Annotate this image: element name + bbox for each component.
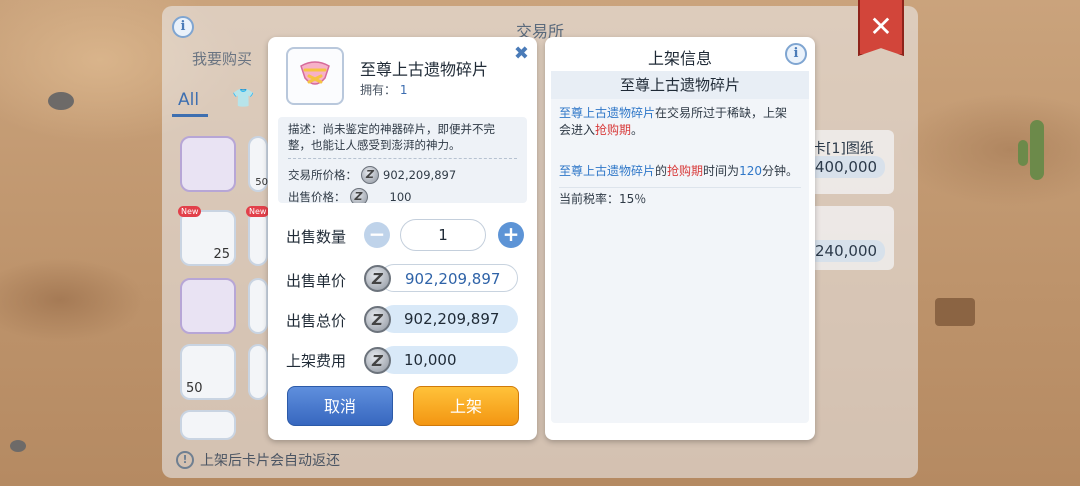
- sell-dialog: 至尊上古遗物碎片 拥有： 1 ✖ 描述：尚未鉴定的神器碎片，即便并不完整，也能让…: [268, 37, 537, 440]
- item-slot[interactable]: [248, 344, 268, 400]
- exchange-price-row: 交易所价格： Z 902,209,897: [288, 166, 456, 184]
- unit-price-input[interactable]: 902,209,897: [380, 264, 518, 292]
- tax-value: 15％: [619, 192, 647, 206]
- item-description: 描述：尚未鉴定的神器碎片，即便并不完整，也能让人感受到澎湃的神力。: [288, 122, 495, 152]
- notice-text: 的: [655, 164, 668, 178]
- active-tab-indicator: [172, 114, 208, 117]
- total-price-label: 出售总价: [286, 312, 347, 330]
- bottom-note: ! 上架后卡片会自动返还: [176, 450, 340, 470]
- close-icon[interactable]: ✕: [858, 0, 904, 56]
- sell-price-row: 出售价格： Z 100: [288, 188, 411, 203]
- new-badge: New: [178, 206, 202, 217]
- cactus-decoration: [1018, 140, 1028, 166]
- cactus-decoration: [1030, 120, 1044, 180]
- tab-all[interactable]: All: [178, 90, 199, 110]
- divider: [559, 187, 801, 188]
- rock-decoration: [48, 92, 74, 110]
- listing-price: 240,000: [807, 240, 886, 262]
- item-slot[interactable]: [248, 278, 268, 334]
- zeny-coin-icon: Z: [349, 188, 368, 203]
- item-slot[interactable]: 50: [180, 344, 236, 400]
- notice-end: 。: [631, 123, 644, 137]
- owned-label: 拥有：: [360, 83, 397, 97]
- sell-price-value: 100: [389, 190, 412, 203]
- listing-title: 卡[1]图纸: [812, 141, 874, 157]
- tab-buy[interactable]: 我要购买: [192, 48, 252, 69]
- item-slot[interactable]: [180, 410, 236, 440]
- tax-label: 当前税率：: [559, 192, 620, 206]
- info-icon[interactable]: i: [785, 43, 807, 65]
- item-slot[interactable]: [180, 136, 236, 192]
- new-badge: New: [246, 206, 270, 217]
- listing-fee-label: 上架费用: [286, 352, 347, 370]
- quantity-label: 出售数量: [286, 228, 347, 246]
- slot-count: 25: [213, 247, 230, 262]
- rock-decoration: [10, 440, 26, 452]
- rush-period-tag: 抢购期: [667, 164, 704, 178]
- zeny-coin-icon: Z: [364, 265, 391, 292]
- divider: [288, 158, 517, 159]
- bottom-note-text: 上架后卡片会自动返还: [200, 453, 340, 469]
- notice-text: 时间为: [703, 164, 740, 178]
- notice-text: 分钟。: [761, 164, 798, 178]
- rush-period-tag: 抢购期: [595, 123, 632, 137]
- sell-price-label: 出售价格：: [288, 190, 346, 203]
- listing-info-panel: 上架信息 i 至尊上古遗物碎片 至尊上古遗物碎片在交易所过于稀缺，上架会进入抢购…: [545, 37, 815, 440]
- listing-fee-value: 10,000: [380, 346, 518, 374]
- close-icon[interactable]: ✖: [514, 43, 529, 64]
- crate-decoration: [935, 298, 975, 326]
- unit-price-label: 出售单价: [286, 272, 347, 290]
- rush-minutes: 120: [739, 164, 762, 178]
- item-name-highlight: 至尊上古遗物碎片: [559, 106, 656, 120]
- exchange-price-value: 902,209,897: [383, 168, 457, 182]
- info-panel-title: 上架信息: [647, 49, 712, 68]
- zeny-coin-icon: Z: [364, 347, 391, 374]
- item-name-highlight: 至尊上古遗物碎片: [559, 164, 656, 178]
- info-content: 至尊上古遗物碎片 至尊上古遗物碎片在交易所过于稀缺，上架会进入抢购期。 至尊上古…: [551, 71, 809, 423]
- item-slot[interactable]: 50: [248, 136, 268, 192]
- shirt-icon[interactable]: 👕: [232, 88, 254, 109]
- scarcity-notice: 至尊上古遗物碎片在交易所过于稀缺，上架会进入抢购期。: [559, 105, 799, 139]
- total-price-value: 902,209,897: [380, 305, 518, 333]
- item-slot[interactable]: [180, 278, 236, 334]
- description-box[interactable]: 描述：尚未鉴定的神器碎片，即便并不完整，也能让人感受到澎湃的神力。 交易所价格：…: [278, 117, 527, 203]
- quantity-input[interactable]: 1: [400, 219, 486, 251]
- exclamation-icon: !: [176, 451, 194, 469]
- increase-quantity-button[interactable]: +: [498, 222, 524, 248]
- item-slot[interactable]: New 25: [178, 206, 236, 266]
- rush-period-notice: 至尊上古遗物碎片的抢购期时间为120分钟。: [559, 163, 799, 180]
- list-item-button[interactable]: 上架: [413, 386, 519, 426]
- zeny-coin-icon: Z: [364, 306, 391, 333]
- decrease-quantity-button[interactable]: −: [364, 222, 390, 248]
- slot-count: 50: [255, 177, 268, 188]
- tax-rate-row: 当前税率：15％: [559, 191, 799, 208]
- item-name: 至尊上古遗物碎片: [360, 60, 489, 79]
- listing-price: 400,000: [807, 156, 886, 178]
- owned-count: 拥有： 1: [360, 81, 407, 98]
- slot-count: 50: [186, 381, 203, 396]
- item-card-icon: [286, 47, 344, 105]
- zeny-coin-icon: Z: [361, 166, 379, 184]
- owned-value: 1: [399, 83, 408, 97]
- info-item-name: 至尊上古遗物碎片: [551, 71, 809, 99]
- exchange-price-label: 交易所价格：: [288, 168, 357, 182]
- item-slot[interactable]: New: [246, 206, 270, 266]
- cancel-button[interactable]: 取消: [287, 386, 393, 426]
